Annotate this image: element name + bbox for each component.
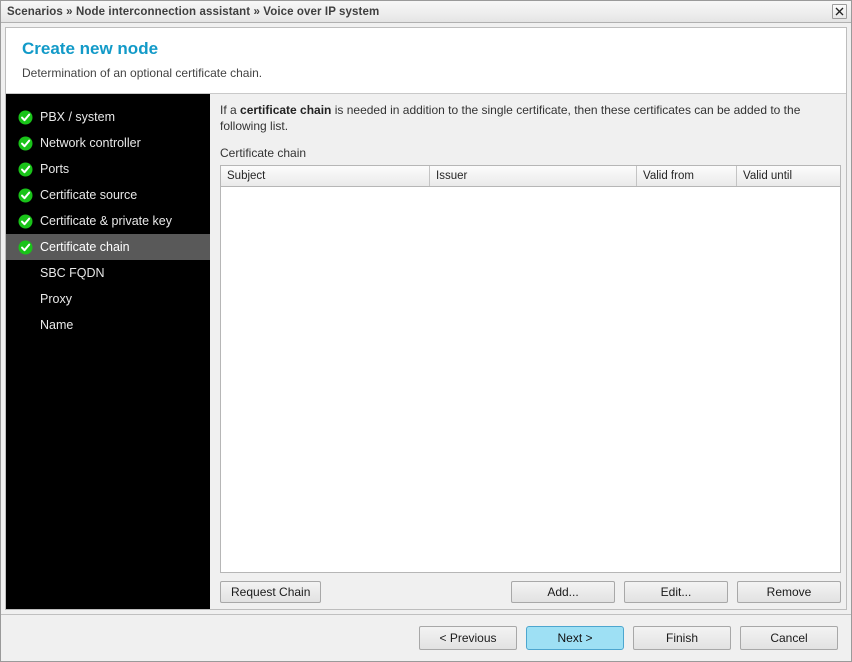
check-circle-icon [18,188,33,203]
intro-prefix: If a [220,103,241,117]
step-sidebar: PBX / system Network controller Ports Ce… [6,94,210,609]
sidebar-item-label: PBX / system [40,110,116,124]
certificate-chain-table: Subject Issuer Valid from Valid until [220,165,841,573]
wizard-body: PBX / system Network controller Ports Ce… [6,94,846,609]
sidebar-item-sbc-fqdn[interactable]: SBC FQDN [6,260,210,286]
page-title: Create new node [22,39,159,58]
sidebar-item-network-controller[interactable]: Network controller [6,130,210,156]
check-circle-icon [18,240,33,255]
table-header-row: Subject Issuer Valid from Valid until [221,166,840,187]
wizard-frame: Create new node Determination of an opti… [5,27,847,610]
certificate-chain-group-label: Certificate chain [220,146,307,160]
add-button[interactable]: Add... [511,581,615,603]
finish-button[interactable]: Finish [633,626,731,650]
intro-text: If a certificate chain is needed in addi… [220,102,830,134]
cancel-button[interactable]: Cancel [740,626,838,650]
table-body[interactable] [221,187,840,572]
sidebar-item-label: SBC FQDN [40,266,105,280]
edit-button[interactable]: Edit... [624,581,728,603]
title-bar: Scenarios » Node interconnection assista… [1,1,851,23]
check-circle-icon [18,136,33,151]
sidebar-item-label: Ports [40,162,70,176]
sidebar-item-certificate-source[interactable]: Certificate source [6,182,210,208]
sidebar-item-ports[interactable]: Ports [6,156,210,182]
sidebar-item-name[interactable]: Name [6,312,210,338]
sidebar-item-label: Network controller [40,136,141,150]
sidebar-item-pbx-system[interactable]: PBX / system [6,104,210,130]
column-header-valid-until[interactable]: Valid until [737,166,840,186]
close-icon[interactable] [832,4,847,19]
sidebar-item-certificate-private-key[interactable]: Certificate & private key [6,208,210,234]
sidebar-item-certificate-chain[interactable]: Certificate chain [6,234,210,260]
wizard-footer: < Previous Next > Finish Cancel [1,614,851,661]
sidebar-item-label: Certificate chain [40,240,130,254]
sidebar-item-proxy[interactable]: Proxy [6,286,210,312]
breadcrumb: Scenarios » Node interconnection assista… [7,5,380,18]
sidebar-item-label: Certificate & private key [40,214,172,228]
remove-button[interactable]: Remove [737,581,841,603]
intro-emphasis: certificate chain [240,103,332,117]
check-circle-icon [18,162,33,177]
page-subtitle: Determination of an optional certificate… [22,66,263,80]
wizard-window: Scenarios » Node interconnection assista… [0,0,852,662]
column-header-subject[interactable]: Subject [221,166,430,186]
request-chain-button[interactable]: Request Chain [220,581,322,603]
sidebar-item-label: Name [40,318,74,332]
next-button[interactable]: Next > [526,626,624,650]
sidebar-item-label: Proxy [40,292,72,306]
check-circle-icon [18,214,33,229]
sidebar-item-label: Certificate source [40,188,138,202]
previous-button[interactable]: < Previous [419,626,517,650]
check-circle-icon [18,110,33,125]
content-pane: If a certificate chain is needed in addi… [210,94,846,609]
column-header-valid-from[interactable]: Valid from [637,166,737,186]
wizard-header: Create new node Determination of an opti… [6,28,846,94]
column-header-issuer[interactable]: Issuer [430,166,637,186]
list-action-bar: Request Chain Add... Edit... Remove [220,581,841,603]
